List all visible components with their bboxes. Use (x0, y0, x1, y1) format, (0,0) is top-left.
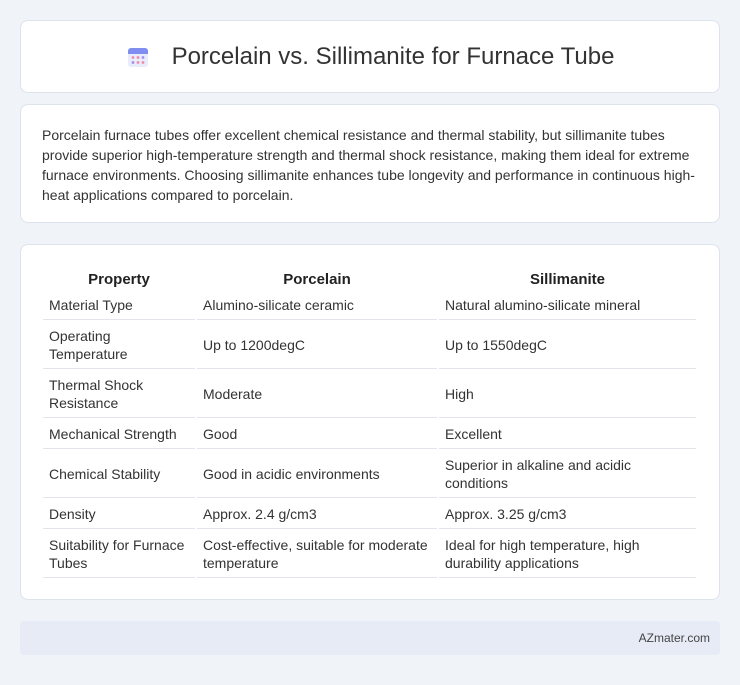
intro-card: Porcelain furnace tubes offer excellent … (20, 104, 720, 223)
header-property: Property (88, 270, 150, 288)
table-row: Mechanical Strength Good Excellent (43, 420, 696, 449)
footer-source: AZmater.com (638, 631, 710, 645)
table-row: Chemical Stability Good in acidic enviro… (43, 451, 696, 498)
sillimanite-cell: Natural alumino-silicate mineral (439, 291, 696, 320)
comparison-card: Property Porcelain Sillimanite Material … (20, 244, 720, 600)
calendar-icon (126, 45, 150, 69)
header-sillimanite: Sillimanite (529, 270, 606, 288)
porcelain-cell: Good (197, 420, 437, 449)
sillimanite-cell: High (439, 371, 696, 418)
table-row: Density Approx. 2.4 g/cm3 Approx. 3.25 g… (43, 500, 696, 529)
sillimanite-cell: Superior in alkaline and acidic conditio… (439, 451, 696, 498)
sillimanite-cell: Approx. 3.25 g/cm3 (439, 500, 696, 529)
table-row: Operating Temperature Up to 1200degC Up … (43, 322, 696, 369)
footer-bar: AZmater.com (20, 621, 720, 655)
table-row: Suitability for Furnace Tubes Cost-effec… (43, 531, 696, 578)
property-cell: Thermal Shock Resistance (43, 371, 195, 418)
table-row: Thermal Shock Resistance Moderate High (43, 371, 696, 418)
porcelain-cell: Up to 1200degC (197, 322, 437, 369)
sillimanite-cell: Ideal for high temperature, high durabil… (439, 531, 696, 578)
comparison-table: Property Porcelain Sillimanite Material … (41, 265, 698, 580)
property-cell: Material Type (43, 291, 195, 320)
porcelain-cell: Good in acidic environments (197, 451, 437, 498)
property-cell: Suitability for Furnace Tubes (43, 531, 195, 578)
table-row: Material Type Alumino-silicate ceramic N… (43, 291, 696, 320)
title-row: Porcelain vs. Sillimanite for Furnace Tu… (126, 42, 615, 71)
property-cell: Chemical Stability (43, 451, 195, 498)
header-porcelain: Porcelain (283, 270, 351, 288)
porcelain-cell: Approx. 2.4 g/cm3 (197, 500, 437, 529)
title-card: Porcelain vs. Sillimanite for Furnace Tu… (20, 20, 720, 93)
property-cell: Operating Temperature (43, 322, 195, 369)
porcelain-cell: Moderate (197, 371, 437, 418)
sillimanite-cell: Excellent (439, 420, 696, 449)
page-title: Porcelain vs. Sillimanite for Furnace Tu… (171, 42, 615, 70)
porcelain-cell: Alumino-silicate ceramic (197, 291, 437, 320)
property-cell: Density (43, 500, 195, 529)
property-cell: Mechanical Strength (43, 420, 195, 449)
porcelain-cell: Cost-effective, suitable for moderate te… (197, 531, 437, 578)
intro-text: Porcelain furnace tubes offer excellent … (42, 127, 695, 203)
sillimanite-cell: Up to 1550degC (439, 322, 696, 369)
table-header-row: Property Porcelain Sillimanite (43, 267, 696, 289)
